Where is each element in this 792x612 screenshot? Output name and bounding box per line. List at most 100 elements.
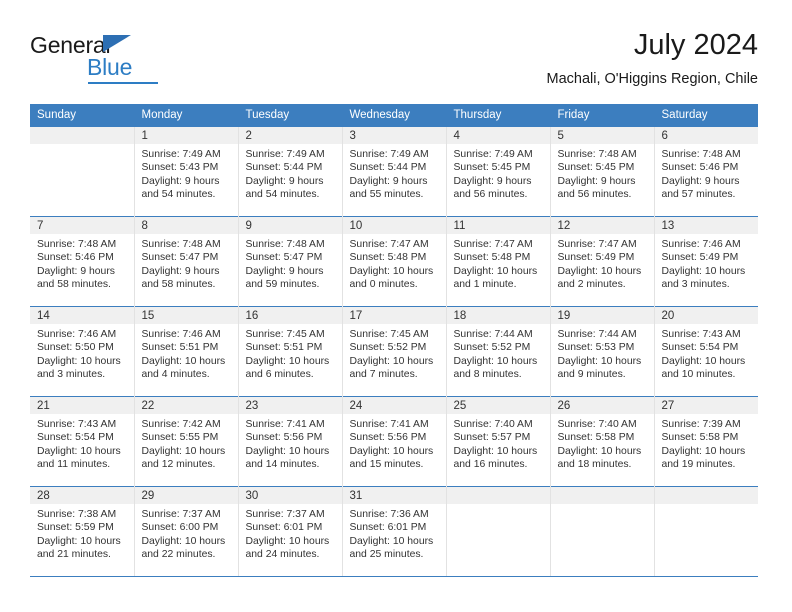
calendar-day-cell[interactable]: 25 Sunrise: 7:40 AM Sunset: 5:57 PM Dayligh… — [446, 396, 551, 487]
calendar-day-cell[interactable]: 27 Sunrise: 7:39 AM Sunset: 5:58 PM Dayligh… — [654, 396, 759, 487]
calendar-day-cell[interactable]: 8 Sunrise: 7:48 AM Sunset: 5:47 PM Daylight… — [134, 216, 239, 307]
calendar-day-cell[interactable]: 21 Sunrise: 7:43 AM Sunset: 5:54 PM Dayligh… — [30, 396, 135, 487]
daylight-duration-line1: Daylight: 10 hours — [141, 355, 226, 367]
daylight-duration-line2: and 21 minutes. — [37, 549, 111, 561]
day-number: 30 — [238, 487, 342, 504]
day-details: Sunrise: 7:48 AM Sunset: 5:46 PM Daylight:… — [30, 234, 134, 292]
sunrise-time: Sunrise: 7:48 AM — [37, 239, 117, 250]
day-details: Sunrise: 7:46 AM Sunset: 5:50 PM Daylight:… — [30, 324, 134, 382]
calendar-day-cell[interactable]: 6 Sunrise: 7:48 AM Sunset: 5:46 PM Daylight… — [654, 126, 758, 217]
calendar-week-row: 14 Sunrise: 7:46 AM Sunset: 5:50 PM Dayligh… — [30, 306, 758, 397]
day-number: 3 — [342, 127, 446, 144]
day-number: 29 — [134, 487, 238, 504]
day-number: 1 — [134, 127, 238, 144]
sunset-time: Sunset: 5:44 PM — [245, 162, 323, 174]
sunrise-time: Sunrise: 7:46 AM — [37, 329, 117, 340]
day-number: 15 — [134, 307, 238, 324]
calendar-day-cell[interactable]: 30 Sunrise: 7:37 AM Sunset: 6:01 PM Dayligh… — [238, 486, 343, 577]
calendar-day-cell[interactable]: 23 Sunrise: 7:41 AM Sunset: 5:56 PM Dayligh… — [238, 396, 343, 487]
day-details: Sunrise: 7:39 AM Sunset: 5:58 PM Daylight:… — [655, 414, 759, 472]
daylight-duration-line2: and 12 minutes. — [141, 459, 216, 471]
daylight-duration-line2: and 7 minutes. — [349, 369, 418, 381]
sunset-time: Sunset: 5:46 PM — [37, 252, 114, 264]
calendar-day-cell[interactable]: 11 Sunrise: 7:47 AM Sunset: 5:48 PM Dayligh… — [446, 216, 551, 307]
sunrise-time: Sunrise: 7:43 AM — [37, 419, 117, 430]
calendar-day-cell[interactable]: 22 Sunrise: 7:42 AM Sunset: 5:55 PM Dayligh… — [134, 396, 239, 487]
day-number: 10 — [342, 217, 446, 234]
calendar-day-cell-empty — [654, 486, 758, 577]
daylight-duration-line1: Daylight: 10 hours — [37, 535, 121, 547]
daylight-duration-line1: Daylight: 9 hours — [141, 175, 220, 187]
daylight-duration-line1: Daylight: 10 hours — [453, 265, 538, 277]
day-details: Sunrise: 7:47 AM Sunset: 5:48 PM Daylight:… — [447, 234, 550, 292]
daylight-duration-line1: Daylight: 10 hours — [37, 445, 121, 457]
sunset-time: Sunset: 6:00 PM — [141, 522, 219, 534]
daylight-duration-line1: Daylight: 10 hours — [349, 265, 434, 277]
calendar-day-cell[interactable]: 3 Sunrise: 7:49 AM Sunset: 5:44 PM Daylight… — [342, 126, 447, 217]
calendar-day-cell[interactable]: 13 Sunrise: 7:46 AM Sunset: 5:49 PM Dayligh… — [654, 216, 759, 307]
calendar-day-cell[interactable]: 10 Sunrise: 7:47 AM Sunset: 5:48 PM Dayligh… — [342, 216, 447, 307]
calendar-day-cell[interactable]: 31 Sunrise: 7:36 AM Sunset: 6:01 PM Dayligh… — [342, 486, 447, 577]
calendar-day-cell[interactable]: 18 Sunrise: 7:44 AM Sunset: 5:52 PM Dayligh… — [446, 306, 551, 397]
sunrise-time: Sunrise: 7:46 AM — [141, 329, 221, 340]
sunset-time: Sunset: 5:44 PM — [349, 162, 427, 174]
calendar-day-cell[interactable]: 24 Sunrise: 7:41 AM Sunset: 5:56 PM Dayligh… — [342, 396, 447, 487]
calendar-day-cell[interactable]: 26 Sunrise: 7:40 AM Sunset: 5:58 PM Dayligh… — [550, 396, 655, 487]
daylight-duration-line2: and 14 minutes. — [245, 459, 320, 471]
daylight-duration-line2: and 57 minutes. — [661, 189, 736, 201]
daylight-duration-line1: Daylight: 9 hours — [349, 175, 428, 187]
calendar-day-cell-empty — [550, 486, 655, 577]
sunset-time: Sunset: 5:51 PM — [141, 342, 219, 354]
calendar-page: General Blue July 2024 Machali, O'Higgin… — [0, 0, 792, 612]
weekday-header-sunday: Sunday — [30, 104, 135, 127]
daylight-duration-line2: and 9 minutes. — [557, 369, 626, 381]
calendar-day-cell[interactable]: 16 Sunrise: 7:45 AM Sunset: 5:51 PM Dayligh… — [238, 306, 343, 397]
calendar-day-cell[interactable]: 29 Sunrise: 7:37 AM Sunset: 6:00 PM Dayligh… — [134, 486, 239, 577]
sunrise-time: Sunrise: 7:48 AM — [245, 239, 325, 250]
daylight-duration-line2: and 10 minutes. — [661, 369, 736, 381]
day-details: Sunrise: 7:49 AM Sunset: 5:45 PM Daylight:… — [447, 144, 550, 202]
calendar-day-cell[interactable]: 2 Sunrise: 7:49 AM Sunset: 5:44 PM Daylight… — [238, 126, 343, 217]
daylight-duration-line1: Daylight: 10 hours — [661, 355, 746, 367]
sunset-time: Sunset: 6:01 PM — [349, 522, 427, 534]
daylight-duration-line2: and 25 minutes. — [349, 549, 424, 561]
daylight-duration-line1: Daylight: 9 hours — [245, 265, 324, 277]
day-details: Sunrise: 7:41 AM Sunset: 5:56 PM Daylight:… — [343, 414, 446, 472]
sunrise-time: Sunrise: 7:46 AM — [661, 239, 741, 250]
day-details: Sunrise: 7:44 AM Sunset: 5:52 PM Daylight:… — [447, 324, 550, 382]
calendar-day-cell[interactable]: 14 Sunrise: 7:46 AM Sunset: 5:50 PM Dayligh… — [30, 306, 135, 397]
sunset-time: Sunset: 5:57 PM — [453, 432, 531, 444]
sunset-time: Sunset: 6:01 PM — [245, 522, 323, 534]
day-number: 21 — [30, 397, 134, 414]
calendar-day-cell[interactable]: 15 Sunrise: 7:46 AM Sunset: 5:51 PM Dayligh… — [134, 306, 239, 397]
sunrise-time: Sunrise: 7:48 AM — [141, 239, 221, 250]
day-number: 2 — [238, 127, 342, 144]
calendar-day-cell[interactable]: 7 Sunrise: 7:48 AM Sunset: 5:46 PM Daylight… — [30, 216, 135, 307]
calendar-day-cell[interactable]: 20 Sunrise: 7:43 AM Sunset: 5:54 PM Dayligh… — [654, 306, 758, 397]
calendar-day-cell[interactable]: 19 Sunrise: 7:44 AM Sunset: 5:53 PM Dayligh… — [550, 306, 655, 397]
day-number — [30, 127, 134, 144]
calendar-day-cell[interactable]: 12 Sunrise: 7:47 AM Sunset: 5:49 PM Dayligh… — [550, 216, 655, 307]
sunset-time: Sunset: 5:46 PM — [661, 162, 739, 174]
daylight-duration-line2: and 54 minutes. — [141, 189, 216, 201]
daylight-duration-line2: and 18 minutes. — [557, 459, 632, 471]
calendar-day-cell-empty — [446, 486, 551, 577]
calendar-day-cell[interactable]: 9 Sunrise: 7:48 AM Sunset: 5:47 PM Daylight… — [238, 216, 343, 307]
calendar-day-cell[interactable]: 17 Sunrise: 7:45 AM Sunset: 5:52 PM Dayligh… — [342, 306, 447, 397]
calendar-day-cell[interactable]: 5 Sunrise: 7:48 AM Sunset: 5:45 PM Daylight… — [550, 126, 655, 217]
day-details: Sunrise: 7:47 AM Sunset: 5:49 PM Daylight:… — [551, 234, 654, 292]
daylight-duration-line1: Daylight: 10 hours — [141, 445, 226, 457]
sunrise-time: Sunrise: 7:41 AM — [349, 419, 429, 430]
day-number: 9 — [238, 217, 342, 234]
title-block: July 2024 Machali, O'Higgins Region, Chi… — [546, 28, 758, 89]
page-subtitle: Machali, O'Higgins Region, Chile — [546, 71, 758, 87]
day-details: Sunrise: 7:46 AM Sunset: 5:49 PM Daylight:… — [655, 234, 759, 292]
calendar-day-cell[interactable]: 4 Sunrise: 7:49 AM Sunset: 5:45 PM Daylight… — [446, 126, 551, 217]
sunrise-time: Sunrise: 7:45 AM — [245, 329, 325, 340]
sunrise-time: Sunrise: 7:41 AM — [245, 419, 325, 430]
calendar-day-cell[interactable]: 1 Sunrise: 7:49 AM Sunset: 5:43 PM Daylight… — [134, 126, 239, 217]
sunrise-time: Sunrise: 7:37 AM — [245, 509, 325, 520]
daylight-duration-line1: Daylight: 10 hours — [453, 445, 538, 457]
calendar-day-cell[interactable]: 28 Sunrise: 7:38 AM Sunset: 5:59 PM Dayligh… — [30, 486, 135, 577]
calendar-week-row: 7 Sunrise: 7:48 AM Sunset: 5:46 PM Daylight… — [30, 216, 759, 307]
